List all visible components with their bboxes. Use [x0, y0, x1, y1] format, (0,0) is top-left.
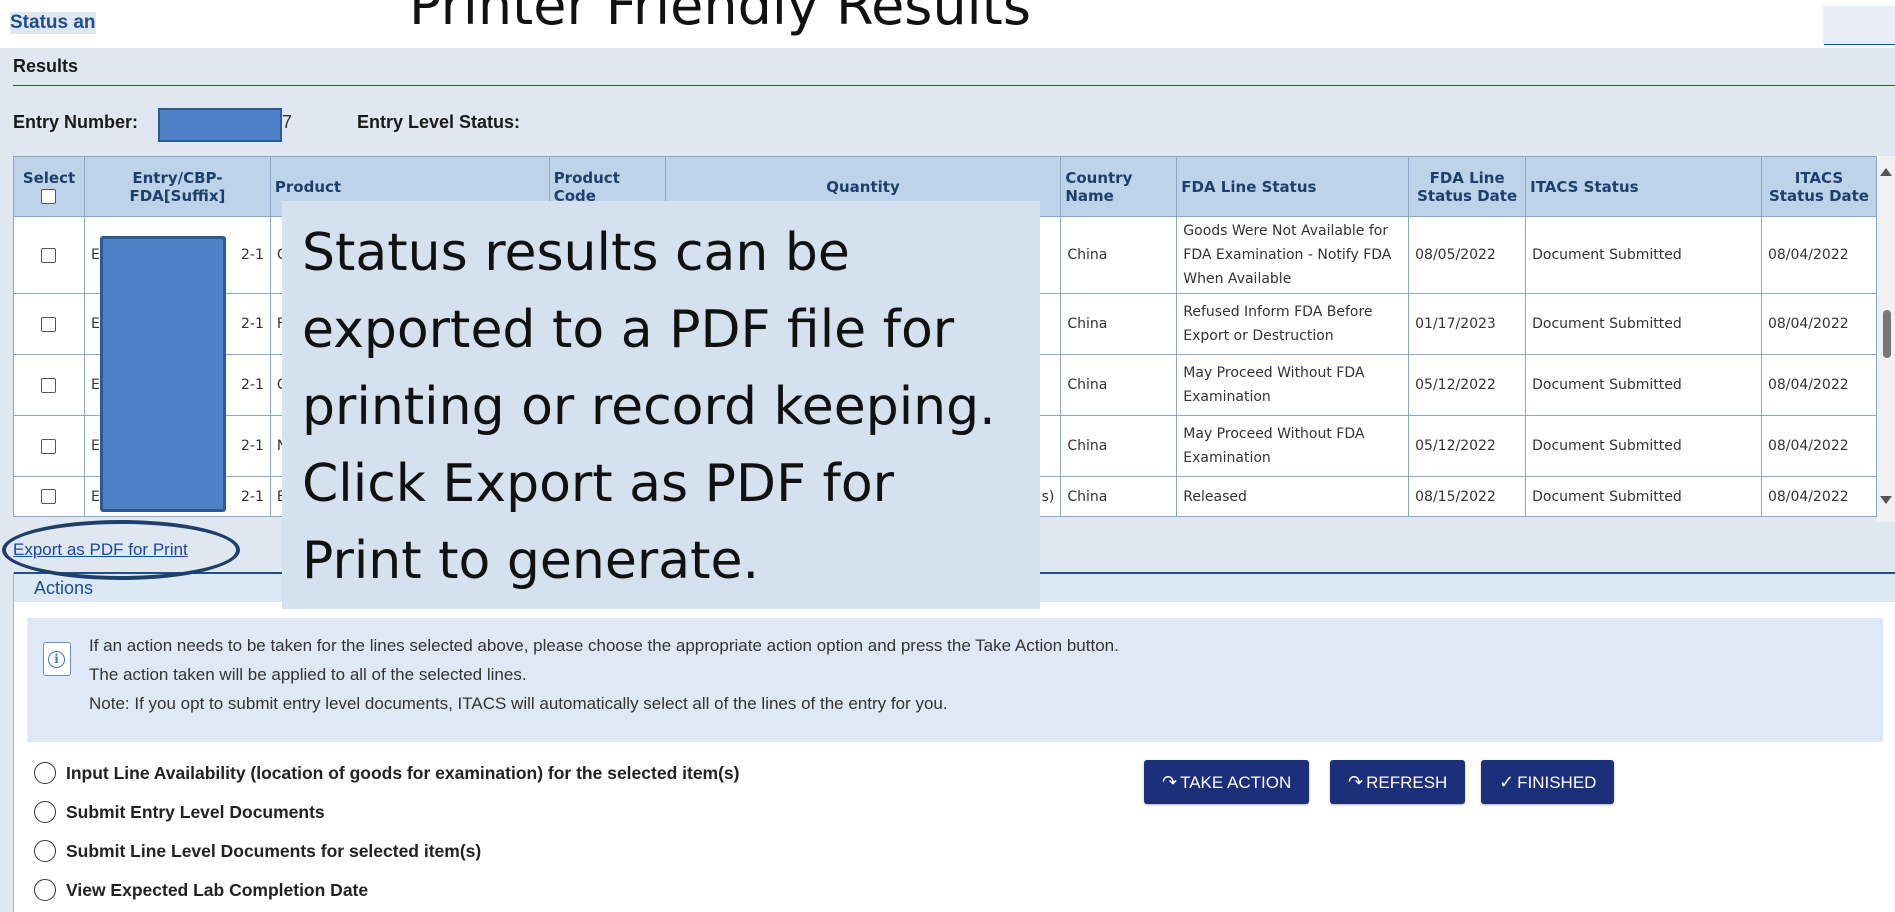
scroll-down-icon[interactable] — [1880, 496, 1892, 504]
entry-prefix: E — [90, 316, 100, 332]
option-label: View Expected Lab Completion Date — [66, 879, 369, 900]
itacs-date-cell: 08/04/2022 — [1760, 293, 1878, 355]
action-info-box: i If an action needs to be taken for the… — [27, 618, 1883, 742]
row-select-cell — [13, 354, 85, 416]
country-cell: China — [1060, 476, 1178, 517]
radio-button[interactable] — [34, 762, 56, 785]
entry-column-redaction — [100, 236, 226, 512]
entry-prefix: E — [90, 438, 100, 454]
row-select-cell — [13, 415, 85, 477]
fda-date-cell: 05/12/2022 — [1408, 354, 1527, 416]
fda-status-cell: Refused Inform FDA Before Export or Dest… — [1176, 293, 1410, 355]
itacs-date-cell: 08/04/2022 — [1760, 476, 1878, 517]
itacs-status-cell: Document Submitted — [1525, 354, 1762, 416]
entry-prefix: E — [90, 247, 100, 263]
header-right-box — [1823, 6, 1895, 44]
itacs-date-cell: 08/04/2022 — [1760, 415, 1878, 477]
finished-label: FINISHED — [1517, 773, 1597, 792]
select-all-checkbox[interactable] — [41, 188, 57, 204]
fda-date-cell: 05/12/2022 — [1408, 415, 1527, 477]
finished-button[interactable]: ✓ FINISHED — [1481, 760, 1615, 804]
entry-suffix: 2-1 — [241, 438, 264, 454]
itacs-status-cell: Document Submitted — [1525, 476, 1762, 517]
checkmark-icon: ✓ — [1499, 772, 1515, 792]
country-cell: China — [1060, 354, 1178, 416]
scroll-thumb[interactable] — [1883, 310, 1891, 358]
radio-button[interactable] — [34, 801, 56, 824]
app-frame: Printer Friendly Results Status and Resu… — [0, 0, 1895, 912]
radio-button[interactable] — [34, 840, 56, 863]
info-line: If an action needs to be taken for the l… — [89, 636, 1119, 655]
col-country[interactable]: Country Name — [1060, 156, 1178, 217]
actions-panel: Actions i If an action needs to be taken… — [13, 572, 1895, 912]
itacs-date-cell: 08/04/2022 — [1760, 354, 1878, 416]
row-checkbox[interactable] — [41, 247, 57, 263]
entry-level-status-label: Entry Level Status: — [357, 112, 521, 132]
instruction-callout: Status results can be exported to a PDF … — [282, 201, 1040, 609]
fda-date-cell: 01/17/2023 — [1408, 293, 1527, 355]
entry-suffix: 2-1 — [241, 247, 264, 263]
entry-suffix: 2-1 — [241, 316, 264, 332]
entry-suffix: 2-1 — [241, 377, 264, 393]
col-itacs-date[interactable]: ITACS Status Date — [1760, 156, 1878, 217]
col-select: Select — [13, 156, 85, 217]
row-checkbox[interactable] — [41, 438, 57, 454]
row-select-cell — [13, 476, 85, 517]
option-label: Submit Entry Level Documents — [66, 801, 325, 822]
row-select-cell — [13, 216, 85, 294]
take-action-arrow-icon: ↷ — [1162, 772, 1178, 792]
country-cell: China — [1060, 216, 1178, 294]
option-input-line-availability[interactable]: Input Line Availability (location of goo… — [34, 762, 740, 788]
fda-date-cell: 08/05/2022 — [1408, 216, 1527, 294]
option-label: Submit Line Level Documents for selected… — [66, 840, 482, 861]
row-checkbox[interactable] — [41, 377, 57, 393]
refresh-label: REFRESH — [1366, 773, 1448, 792]
itacs-date-cell: 08/04/2022 — [1760, 216, 1878, 294]
fda-status-cell: Released — [1176, 476, 1410, 517]
row-checkbox[interactable] — [41, 489, 57, 504]
scroll-up-icon[interactable] — [1880, 168, 1892, 176]
radio-button[interactable] — [34, 879, 56, 902]
entry-number-label: Entry Number: — [13, 112, 139, 132]
take-action-button[interactable]: ↷ TAKE ACTION — [1144, 760, 1310, 804]
col-entry[interactable]: Entry/CBP-FDA[Suffix] — [83, 156, 271, 217]
entry-number-value: 7 — [282, 112, 293, 132]
slide-title: Printer Friendly Results — [409, 0, 1031, 37]
export-highlight-ellipse — [2, 520, 240, 580]
itacs-status-cell: Document Submitted — [1525, 415, 1762, 477]
header-underline — [1824, 44, 1895, 45]
fda-status-cell: Goods Were Not Available for FDA Examina… — [1176, 216, 1410, 294]
country-cell: China — [1060, 415, 1178, 477]
refresh-arrow-icon: ↷ — [1348, 772, 1364, 792]
fda-date-cell: 08/15/2022 — [1408, 476, 1527, 517]
itacs-status-cell: Document Submitted — [1525, 293, 1762, 355]
results-section-label: Results — [13, 56, 79, 76]
entry-prefix: E — [90, 377, 100, 393]
col-itacs-status[interactable]: ITACS Status — [1525, 156, 1762, 217]
row-checkbox[interactable] — [41, 316, 57, 332]
col-fda-status[interactable]: FDA Line Status — [1176, 156, 1410, 217]
col-select-label: Select — [22, 168, 76, 187]
option-submit-line-docs[interactable]: Submit Line Level Documents for selected… — [34, 840, 481, 866]
col-fda-date[interactable]: FDA Line Status Date — [1408, 156, 1527, 217]
status-tab[interactable]: Status and — [10, 12, 96, 34]
results-divider — [13, 85, 1895, 86]
entry-number-redaction — [158, 108, 282, 142]
row-select-cell — [13, 293, 85, 355]
take-action-label: TAKE ACTION — [1180, 773, 1292, 792]
fda-status-cell: May Proceed Without FDA Examination — [1176, 415, 1410, 477]
table-scrollbar[interactable] — [1877, 156, 1895, 522]
info-icon: i — [43, 642, 71, 676]
info-line: The action taken will be applied to all … — [89, 665, 527, 684]
info-line: Note: If you opt to submit entry level d… — [89, 694, 948, 713]
option-view-lab-date[interactable]: View Expected Lab Completion Date — [34, 879, 368, 905]
refresh-button[interactable]: ↷ REFRESH — [1330, 760, 1466, 804]
option-submit-entry-docs[interactable]: Submit Entry Level Documents — [34, 801, 325, 827]
fda-status-cell: May Proceed Without FDA Examination — [1176, 354, 1410, 416]
option-label: Input Line Availability (location of goo… — [66, 762, 740, 783]
country-cell: China — [1060, 293, 1178, 355]
entry-suffix: 2-1 — [241, 488, 264, 505]
itacs-status-cell: Document Submitted — [1525, 216, 1762, 294]
entry-prefix: E — [90, 488, 100, 505]
